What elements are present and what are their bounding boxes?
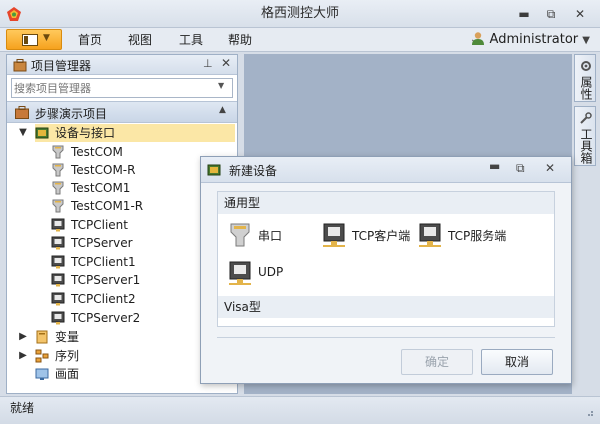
tree-node-label: 画面	[55, 367, 80, 381]
new-device-dialog: 新建设备 ▬ ⧉ ✕ 通用型 串口 TCP客户端 TCP服务端 UDP Visa…	[200, 156, 572, 384]
tcp-port-icon	[51, 236, 65, 250]
toolbox-icon	[580, 112, 592, 124]
dialog-close-button[interactable]: ✕	[545, 161, 555, 175]
expand-arrow-icon[interactable]: ▶	[17, 328, 29, 346]
user-dropdown-icon[interactable]: ▼	[582, 35, 590, 46]
title-bar: 格西测控大师 ▬ ⧉ ✕	[0, 0, 600, 28]
project-manager-header: 项目管理器 ⊥ ✕	[7, 55, 237, 75]
project-section-title: 步骤演示项目	[35, 107, 108, 121]
dialog-device-icon	[207, 164, 221, 176]
tree-root-devices[interactable]: ▼ 设备与接口	[19, 124, 235, 142]
sequence-icon	[35, 349, 49, 363]
ok-button[interactable]: 确定	[401, 349, 473, 375]
device-tcp-client[interactable]: TCP客户端	[322, 220, 412, 250]
device-tcp-server[interactable]: TCP服务端	[418, 220, 508, 250]
section-collapse-icon[interactable]: ▲	[219, 105, 226, 115]
dialog-minimize-button[interactable]: ▬	[489, 159, 500, 173]
status-text: 就绪	[10, 401, 35, 415]
app-menu-icon	[22, 34, 38, 46]
project-manager-icon	[13, 59, 27, 72]
project-folder-icon	[15, 106, 29, 119]
tree-device-label: TestCOM-R	[71, 163, 136, 177]
expand-arrow-icon[interactable]: ▶	[17, 347, 29, 365]
group-general: 通用型	[218, 192, 554, 214]
pin-icon[interactable]: ⊥	[203, 57, 213, 70]
resize-grip-icon[interactable]	[584, 407, 594, 417]
device-tcp-client-label: TCP客户端	[352, 229, 411, 243]
screen-icon	[35, 368, 49, 380]
tree-device-label: TCPServer1	[71, 273, 141, 287]
project-search-box[interactable]: ▼	[11, 78, 233, 98]
menu-tools[interactable]: 工具	[179, 28, 203, 52]
device-udp-label: UDP	[258, 265, 284, 279]
serial-port-icon	[52, 199, 64, 213]
dialog-divider	[217, 337, 555, 338]
toolbox-tab-label: 工具箱	[579, 127, 593, 164]
gear-icon	[581, 61, 591, 72]
restore-button[interactable]: ⧉	[541, 5, 561, 23]
serial-port-icon	[230, 223, 250, 247]
properties-tab[interactable]: 属性	[574, 54, 596, 102]
tree-node-label: 序列	[55, 349, 80, 363]
dialog-maximize-button[interactable]: ⧉	[516, 161, 525, 176]
search-dropdown-icon[interactable]: ▼	[218, 81, 224, 90]
device-interface-icon	[35, 127, 49, 139]
user-name: Administrator	[489, 32, 579, 47]
tcp-port-icon	[51, 273, 65, 287]
serial-port-icon	[52, 163, 64, 177]
device-udp[interactable]: UDP	[228, 258, 298, 288]
close-button[interactable]: ✕	[570, 5, 590, 23]
project-section-header[interactable]: 步骤演示项目 ▲	[7, 101, 237, 123]
group-visa: Visa型	[218, 296, 554, 318]
serial-port-icon	[52, 145, 64, 159]
minimize-button[interactable]: ▬	[514, 5, 534, 23]
variables-icon	[36, 330, 48, 344]
user-icon	[472, 32, 485, 45]
project-search-input[interactable]	[14, 80, 210, 96]
menu-home[interactable]: 首页	[78, 28, 102, 52]
device-type-list: 通用型 串口 TCP客户端 TCP服务端 UDP Visa型	[217, 191, 555, 327]
dialog-title: 新建设备	[229, 164, 278, 178]
tcp-port-icon	[51, 292, 65, 306]
tree-device-label: TCPClient2	[71, 292, 136, 306]
panel-close-icon[interactable]: ✕	[221, 56, 231, 70]
dropdown-arrow-icon: ▼	[43, 33, 50, 43]
window-title: 格西测控大师	[260, 6, 339, 21]
user-menu[interactable]: Administrator ▼	[471, 28, 590, 53]
menu-view[interactable]: 视图	[128, 28, 152, 52]
project-manager-title: 项目管理器	[31, 59, 92, 73]
dialog-title-bar: 新建设备 ▬ ⧉ ✕	[201, 157, 571, 183]
tree-device-label: TestCOM	[71, 145, 123, 159]
udp-port-icon	[229, 261, 251, 285]
serial-port-icon	[52, 181, 64, 195]
device-serial-label: 串口	[258, 229, 283, 243]
tree-device-label: TestCOM1	[71, 181, 131, 195]
tree-device-label: TCPServer	[71, 236, 133, 250]
tcp-port-icon	[419, 223, 441, 247]
collapse-arrow-icon[interactable]: ▼	[17, 124, 29, 142]
tcp-port-icon	[323, 223, 345, 247]
toolbox-tab[interactable]: 工具箱	[574, 106, 596, 166]
tcp-port-icon	[51, 255, 65, 269]
menu-help[interactable]: 帮助	[228, 28, 252, 52]
tcp-port-icon	[51, 311, 65, 325]
menu-bar: ▼ 首页 视图 工具 帮助 ⌄ Administrator ▼	[0, 28, 600, 52]
right-side-dock: 属性 工具箱	[574, 54, 596, 394]
cancel-button[interactable]: 取消	[481, 349, 553, 375]
application-menu-button[interactable]: ▼	[6, 29, 62, 50]
tree-root-label: 设备与接口	[55, 126, 116, 140]
tree-device-label: TCPClient1	[71, 255, 136, 269]
status-bar: 就绪	[0, 396, 600, 424]
device-tcp-server-label: TCP服务端	[448, 229, 507, 243]
tree-device-label: TCPServer2	[71, 311, 141, 325]
properties-tab-label: 属性	[579, 75, 593, 100]
tcp-port-icon	[51, 218, 65, 232]
tree-device-label: TestCOM1-R	[71, 199, 144, 213]
device-serial[interactable]: 串口	[228, 220, 298, 250]
tree-device-label: TCPClient	[71, 218, 128, 232]
tree-node-label: 变量	[55, 330, 80, 344]
